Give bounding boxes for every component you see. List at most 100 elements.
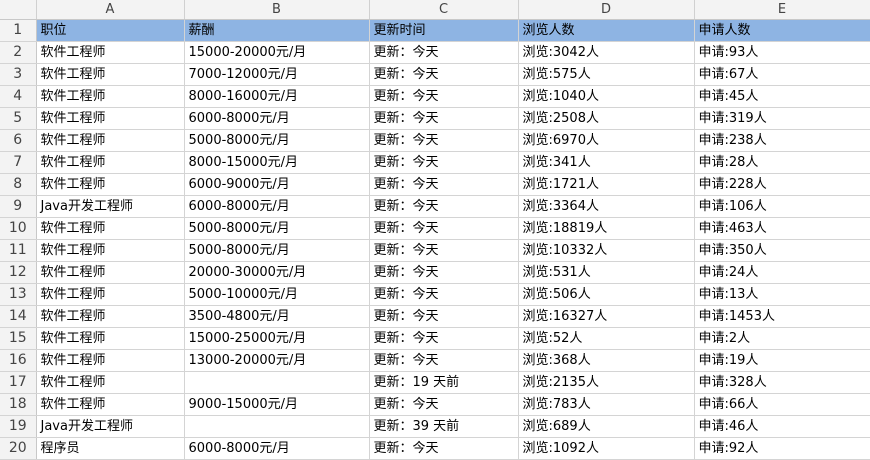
header-cell-c[interactable]: 更新时间	[369, 19, 519, 42]
cell-d[interactable]: 浏览:10332人	[518, 239, 695, 262]
cell-d[interactable]: 浏览:3364人	[518, 195, 695, 218]
cell-c[interactable]: 更新：今天	[369, 129, 519, 152]
cell-d[interactable]: 浏览:341人	[518, 151, 695, 174]
cell-b[interactable]: 5000-10000元/月	[184, 283, 370, 306]
cell-e[interactable]: 申请:328人	[694, 371, 870, 394]
cell-c[interactable]: 更新：今天	[369, 327, 519, 350]
cell-a[interactable]: 软件工程师	[36, 107, 185, 130]
column-header-d[interactable]: D	[518, 0, 695, 20]
cell-c[interactable]: 更新：今天	[369, 41, 519, 64]
row-header[interactable]: 17	[0, 371, 37, 394]
row-header[interactable]: 9	[0, 195, 37, 218]
cell-a[interactable]: 软件工程师	[36, 217, 185, 240]
column-header-b[interactable]: B	[184, 0, 370, 20]
cell-e[interactable]: 申请:319人	[694, 107, 870, 130]
cell-b[interactable]: 6000-9000元/月	[184, 173, 370, 196]
cell-e[interactable]: 申请:228人	[694, 173, 870, 196]
cell-e[interactable]: 申请:238人	[694, 129, 870, 152]
row-header[interactable]: 7	[0, 151, 37, 174]
cell-b[interactable]: 15000-20000元/月	[184, 41, 370, 64]
cell-c[interactable]: 更新：今天	[369, 151, 519, 174]
cell-c[interactable]: 更新：今天	[369, 239, 519, 262]
cell-a[interactable]: 软件工程师	[36, 283, 185, 306]
cell-c[interactable]: 更新：今天	[369, 283, 519, 306]
row-header[interactable]: 14	[0, 305, 37, 328]
column-header-c[interactable]: C	[369, 0, 519, 20]
cell-d[interactable]: 浏览:52人	[518, 327, 695, 350]
cell-c[interactable]: 更新：今天	[369, 217, 519, 240]
row-header[interactable]: 11	[0, 239, 37, 262]
row-header[interactable]: 15	[0, 327, 37, 350]
cell-d[interactable]: 浏览:689人	[518, 415, 695, 438]
cell-c[interactable]: 更新：今天	[369, 305, 519, 328]
cell-c[interactable]: 更新：今天	[369, 261, 519, 284]
cell-b[interactable]: 3500-4800元/月	[184, 305, 370, 328]
cell-d[interactable]: 浏览:1721人	[518, 173, 695, 196]
cell-d[interactable]: 浏览:1040人	[518, 85, 695, 108]
cell-e[interactable]: 申请:463人	[694, 217, 870, 240]
cell-a[interactable]: 软件工程师	[36, 239, 185, 262]
cell-b[interactable]	[184, 371, 370, 394]
row-header[interactable]: 13	[0, 283, 37, 306]
cell-c[interactable]: 更新：今天	[369, 173, 519, 196]
cell-e[interactable]: 申请:2人	[694, 327, 870, 350]
row-header[interactable]: 6	[0, 129, 37, 152]
cell-b[interactable]	[184, 415, 370, 438]
cell-d[interactable]: 浏览:1092人	[518, 437, 695, 460]
cell-e[interactable]: 申请:66人	[694, 393, 870, 416]
cell-a[interactable]: 软件工程师	[36, 393, 185, 416]
cell-b[interactable]: 7000-12000元/月	[184, 63, 370, 86]
cell-a[interactable]: 软件工程师	[36, 41, 185, 64]
cell-b[interactable]: 8000-15000元/月	[184, 151, 370, 174]
cell-b[interactable]: 8000-16000元/月	[184, 85, 370, 108]
cell-e[interactable]: 申请:92人	[694, 437, 870, 460]
cell-c[interactable]: 更新：今天	[369, 349, 519, 372]
cell-c[interactable]: 更新：今天	[369, 63, 519, 86]
cell-b[interactable]: 5000-8000元/月	[184, 129, 370, 152]
cell-a[interactable]: 软件工程师	[36, 173, 185, 196]
cell-d[interactable]: 浏览:575人	[518, 63, 695, 86]
cell-e[interactable]: 申请:19人	[694, 349, 870, 372]
row-header[interactable]: 8	[0, 173, 37, 196]
header-cell-a[interactable]: 职位	[36, 19, 185, 42]
header-cell-b[interactable]: 薪酬	[184, 19, 370, 42]
row-header[interactable]: 12	[0, 261, 37, 284]
cell-a[interactable]: 软件工程师	[36, 85, 185, 108]
cell-c[interactable]: 更新：39 天前	[369, 415, 519, 438]
cell-b[interactable]: 6000-8000元/月	[184, 195, 370, 218]
cell-a[interactable]: 软件工程师	[36, 261, 185, 284]
row-header[interactable]: 5	[0, 107, 37, 130]
cell-e[interactable]: 申请:106人	[694, 195, 870, 218]
cell-d[interactable]: 浏览:2135人	[518, 371, 695, 394]
cell-a[interactable]: Java开发工程师	[36, 195, 185, 218]
cell-d[interactable]: 浏览:3042人	[518, 41, 695, 64]
row-header[interactable]: 18	[0, 393, 37, 416]
cell-e[interactable]: 申请:24人	[694, 261, 870, 284]
cell-b[interactable]: 5000-8000元/月	[184, 217, 370, 240]
cell-c[interactable]: 更新：今天	[369, 437, 519, 460]
cell-a[interactable]: 软件工程师	[36, 129, 185, 152]
cell-a[interactable]: 软件工程师	[36, 371, 185, 394]
cell-a[interactable]: 程序员	[36, 437, 185, 460]
cell-d[interactable]: 浏览:783人	[518, 393, 695, 416]
cell-c[interactable]: 更新：今天	[369, 195, 519, 218]
cell-d[interactable]: 浏览:18819人	[518, 217, 695, 240]
cell-a[interactable]: 软件工程师	[36, 63, 185, 86]
cell-b[interactable]: 5000-8000元/月	[184, 239, 370, 262]
cell-d[interactable]: 浏览:16327人	[518, 305, 695, 328]
row-header[interactable]: 10	[0, 217, 37, 240]
cell-b[interactable]: 13000-20000元/月	[184, 349, 370, 372]
cell-e[interactable]: 申请:67人	[694, 63, 870, 86]
row-header[interactable]: 3	[0, 63, 37, 86]
cell-e[interactable]: 申请:45人	[694, 85, 870, 108]
cell-c[interactable]: 更新：今天	[369, 85, 519, 108]
cell-a[interactable]: 软件工程师	[36, 349, 185, 372]
header-cell-e[interactable]: 申请人数	[694, 19, 870, 42]
row-header[interactable]: 1	[0, 19, 37, 42]
cell-e[interactable]: 申请:93人	[694, 41, 870, 64]
cell-b[interactable]: 6000-8000元/月	[184, 107, 370, 130]
cell-b[interactable]: 20000-30000元/月	[184, 261, 370, 284]
cell-d[interactable]: 浏览:368人	[518, 349, 695, 372]
cell-e[interactable]: 申请:350人	[694, 239, 870, 262]
cell-c[interactable]: 更新：今天	[369, 393, 519, 416]
